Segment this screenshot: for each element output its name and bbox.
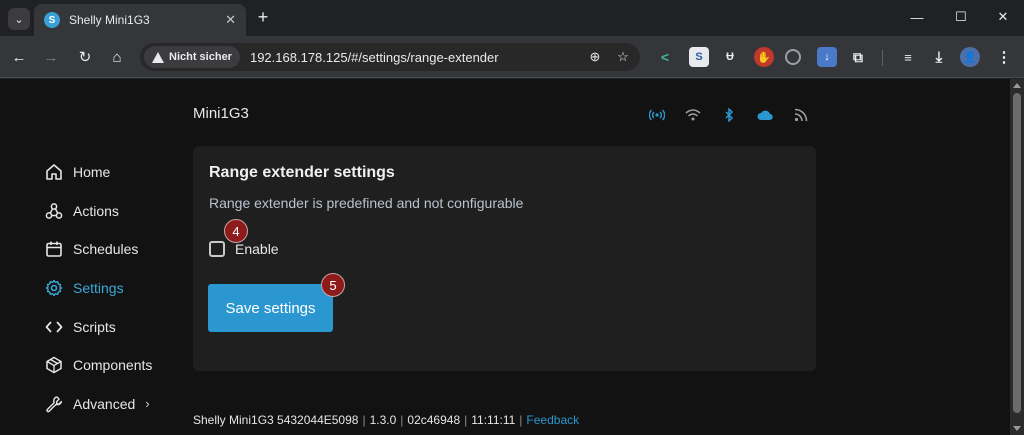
browser-toolbar: ← → ↻ ⌂ Nicht sicher 192.168.178.125/#/s… — [0, 36, 1024, 78]
footer-separator: | — [400, 413, 404, 427]
security-chip[interactable]: Nicht sicher — [144, 46, 240, 68]
gear-icon — [44, 278, 64, 298]
sidebar-item-label: Components — [73, 357, 153, 374]
browser-tab[interactable]: S Shelly Mini1G3 ✕ — [34, 4, 246, 36]
card-title: Range extender settings — [209, 164, 395, 181]
tab-title: Shelly Mini1G3 — [69, 13, 150, 27]
sidebar-item-scripts[interactable]: Scripts — [44, 307, 152, 346]
maximize-icon[interactable]: ☐ — [946, 6, 976, 28]
url-text[interactable]: 192.168.178.125/#/settings/range-extende… — [250, 50, 584, 65]
sidebar-item-label: Home — [73, 164, 111, 181]
sidebar-item-components[interactable]: Components — [44, 346, 152, 385]
sidebar-item-label: Scripts — [73, 318, 116, 335]
scroll-down-icon[interactable] — [1013, 426, 1021, 431]
footer-separator: | — [464, 413, 468, 427]
sidebar-item-label: Schedules — [73, 241, 139, 258]
puzzle-extensions-icon[interactable]: ⧉ — [848, 47, 868, 67]
enable-label[interactable]: Enable — [235, 241, 279, 257]
wifi-icon — [684, 107, 702, 123]
card-description: Range extender is predefined and not con… — [209, 195, 524, 211]
bluetooth-icon — [720, 107, 738, 123]
shelly-favicon-icon: S — [44, 12, 60, 28]
sidebar-item-home[interactable]: Home — [44, 153, 152, 192]
security-label: Nicht sicher — [169, 51, 232, 63]
sidebar-item-label: Advanced — [73, 395, 136, 412]
download-extension-icon[interactable]: ↓ — [817, 47, 837, 67]
warning-icon — [152, 51, 164, 63]
range-extender-card: Range extender settings Range extender i… — [193, 146, 816, 371]
wrench-icon — [44, 394, 64, 414]
feedback-link[interactable]: Feedback — [526, 413, 579, 427]
actions-icon — [44, 201, 64, 221]
s-extension-icon[interactable]: S — [689, 47, 709, 67]
tab-search-button[interactable]: ⌄ — [8, 8, 30, 30]
rss-icon — [792, 107, 810, 123]
footer-separator: | — [362, 413, 366, 427]
new-tab-button[interactable]: + — [252, 6, 274, 28]
save-settings-button[interactable]: Save settings — [208, 284, 333, 332]
sidebar-item-actions[interactable]: Actions — [44, 192, 152, 231]
footer-build: 02c46948 — [407, 413, 461, 427]
scroll-up-icon[interactable] — [1013, 83, 1021, 88]
sidebar-item-label: Actions — [73, 202, 119, 219]
device-name: Mini1G3 — [193, 105, 249, 122]
footer-version: 1.3.0 — [369, 413, 397, 427]
sidebar-item-advanced[interactable]: Advanced › — [44, 385, 152, 424]
scroll-thumb[interactable] — [1013, 93, 1021, 413]
sidebar-item-settings[interactable]: Settings — [44, 269, 152, 308]
reload-icon[interactable]: ↻ — [74, 46, 96, 68]
home-icon — [44, 162, 64, 182]
back-icon[interactable]: ← — [8, 46, 30, 68]
page-scrollbar[interactable] — [1010, 79, 1024, 435]
enable-checkbox[interactable] — [209, 241, 225, 257]
footer-time: 11:11:11 — [471, 413, 516, 427]
close-window-icon[interactable]: ✕ — [988, 6, 1018, 28]
home-button-icon[interactable]: ⌂ — [106, 46, 128, 68]
sidebar: Home Actions Schedules Settings Scripts … — [44, 153, 152, 423]
toolbar-separator — [882, 50, 883, 66]
bookmark-star-icon[interactable]: ☆ — [612, 49, 634, 65]
step-badge-4: 4 — [224, 219, 248, 243]
translate-extension-icon[interactable]: Ʉ — [720, 47, 740, 67]
adblock-extension-icon[interactable]: ✋ — [754, 47, 774, 67]
sidebar-item-schedules[interactable]: Schedules — [44, 230, 152, 269]
zoom-icon[interactable]: ⊕ — [584, 49, 606, 65]
profile-avatar[interactable]: 👤 — [960, 47, 980, 67]
status-icons — [648, 107, 810, 123]
menu-kebab-icon[interactable]: ⋮ — [994, 47, 1014, 67]
page-content: Mini1G3 Home Actions Schedules Settings … — [0, 79, 1010, 435]
footer: Shelly Mini1G3 5432044E5098 | 1.3.0 | 02… — [193, 413, 579, 427]
reading-list-icon[interactable]: ≡ — [898, 47, 918, 67]
address-bar[interactable]: Nicht sicher 192.168.178.125/#/settings/… — [140, 43, 640, 71]
calendar-icon — [44, 239, 64, 259]
footer-device: Shelly Mini1G3 5432044E5098 — [193, 413, 359, 427]
chevron-right-icon: › — [145, 396, 150, 412]
footer-separator: | — [519, 413, 523, 427]
forward-icon[interactable]: → — [40, 46, 62, 68]
chevron-down-icon: ⌄ — [14, 13, 24, 26]
cloud-icon — [756, 107, 774, 123]
components-icon — [44, 355, 64, 375]
share-icon[interactable]: < — [655, 47, 675, 67]
timer-extension-icon[interactable] — [785, 49, 801, 65]
downloads-icon[interactable]: ⤓ — [929, 47, 949, 67]
tab-close-icon[interactable]: ✕ — [225, 12, 236, 28]
tab-strip: ⌄ S Shelly Mini1G3 ✕ + — ☐ ✕ — [0, 0, 1024, 36]
sidebar-item-label: Settings — [73, 280, 124, 297]
code-icon — [44, 317, 64, 337]
ap-signal-icon — [648, 107, 666, 123]
minimize-icon[interactable]: — — [902, 6, 932, 28]
step-badge-5: 5 — [321, 273, 345, 297]
browser-window: ⌄ S Shelly Mini1G3 ✕ + — ☐ ✕ ← → ↻ ⌂ Nic… — [0, 0, 1024, 435]
